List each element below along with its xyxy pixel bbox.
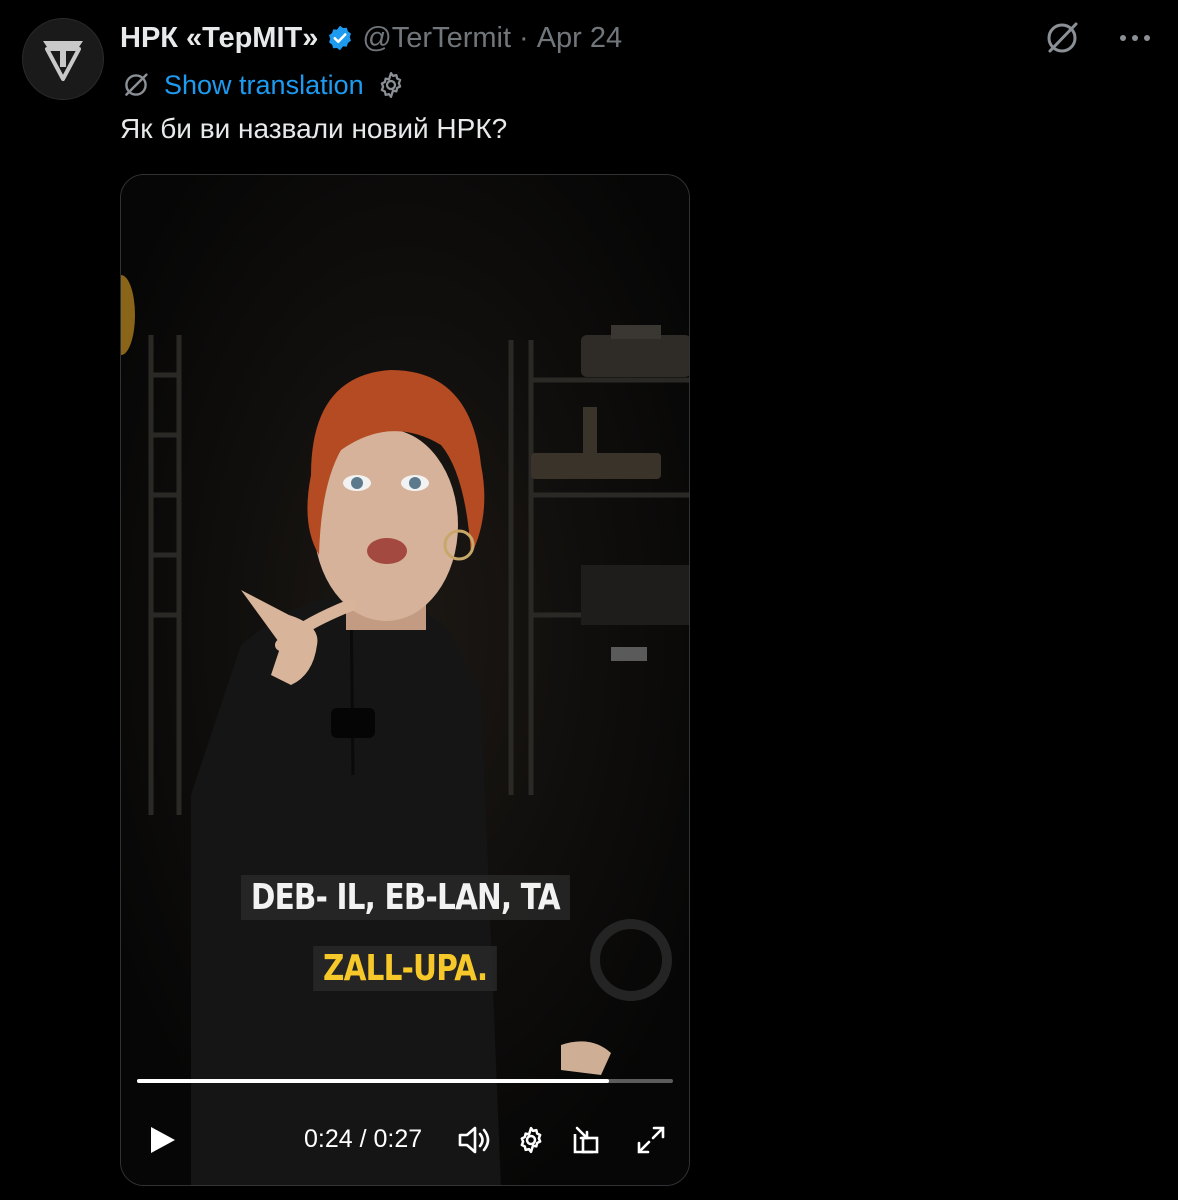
user-handle[interactable]: @TerTermit <box>362 22 511 55</box>
duration: 0:27 <box>373 1125 423 1153</box>
caption-line-1: DEB- IL, EB-LAN, TA <box>121 875 689 920</box>
tweet-text: Як би ви назвали новий НРК? <box>120 113 508 144</box>
video-player[interactable]: DEB- IL, EB-LAN, TA ZALL-UPA. 0:24 / 0:2… <box>120 174 690 1186</box>
show-translation-link[interactable]: Show translation <box>164 70 364 101</box>
tweet-header: НРК «ТерМІТ» @TerTermit · Apr 24 <box>120 18 978 58</box>
avatar[interactable] <box>22 18 104 100</box>
translation-row: Show translation <box>120 66 406 104</box>
caption-text-1: DEB- IL, EB-LAN, TA <box>240 875 570 920</box>
more-icon[interactable] <box>1118 32 1152 44</box>
tweet-date[interactable]: Apr 24 <box>537 22 622 55</box>
verified-badge-icon[interactable] <box>326 24 354 52</box>
video-time: 0:24 / 0:27 <box>304 1125 422 1154</box>
time-separator: / <box>359 1125 367 1153</box>
termit-logo <box>43 41 83 81</box>
video-frame <box>121 175 689 1185</box>
grok-icon[interactable] <box>1042 18 1082 58</box>
volume-icon[interactable] <box>455 1115 495 1165</box>
header-separator: · <box>519 21 529 54</box>
current-time: 0:24 <box>304 1125 353 1153</box>
picture-in-picture-icon[interactable] <box>569 1115 605 1165</box>
video-progress-fill <box>137 1079 609 1083</box>
caption-text-2: ZALL-UPA. <box>313 946 497 991</box>
display-name[interactable]: НРК «ТерМІТ» <box>120 22 318 55</box>
tweet-actions-top <box>1042 18 1152 58</box>
caption-line-2: ZALL-UPA. <box>121 946 689 991</box>
video-progress-bar[interactable] <box>137 1079 673 1083</box>
translate-icon <box>120 69 152 101</box>
fullscreen-icon[interactable] <box>633 1115 669 1165</box>
play-icon[interactable] <box>145 1115 181 1165</box>
settings-icon[interactable] <box>513 1115 549 1165</box>
video-controls: 0:24 / 0:27 <box>121 1115 689 1165</box>
settings-icon[interactable] <box>376 70 406 100</box>
